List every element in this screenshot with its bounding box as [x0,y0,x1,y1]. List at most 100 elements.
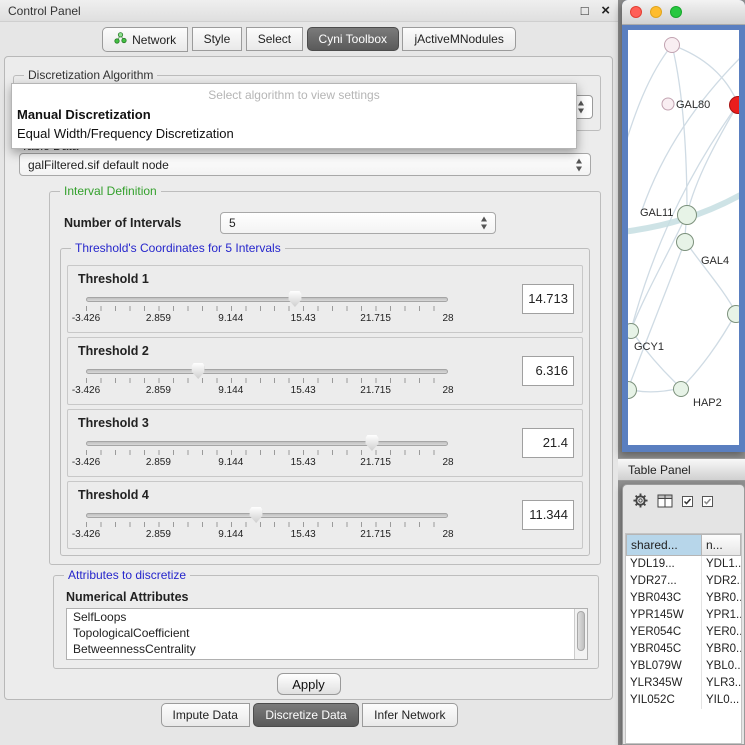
cell[interactable]: YDR2... [702,573,741,590]
dropdown-option-manual-discretization[interactable]: Manual Discretization [12,105,576,124]
threshold-slider[interactable]: -3.426 2.859 9.144 15.43 21.715 28 [86,292,448,330]
tab-impute-data[interactable]: Impute Data [161,703,250,727]
close-window-icon[interactable] [630,6,642,18]
apply-button[interactable]: Apply [277,673,341,695]
threshold-value-input[interactable]: 11.344 [522,500,574,530]
node-label-gcy1[interactable]: GCY1 [634,341,664,353]
cell[interactable]: YBL0... [702,658,741,675]
network-view-window: GAL80 GAL11 GAL4 GCY1 HAP2 [622,0,745,452]
list-item[interactable]: TopologicalCoefficient [67,625,587,641]
scale-label: 9.144 [218,313,243,324]
network-node[interactable] [677,234,694,251]
tab-style[interactable]: Style [192,27,243,51]
network-node[interactable] [674,382,689,397]
scrollbar-thumb[interactable] [577,611,585,651]
column-header-name[interactable]: n... [701,534,741,556]
dropdown-option-equal-width-frequency[interactable]: Equal Width/Frequency Discretization [12,124,576,143]
slider-thumb[interactable] [365,435,378,451]
slider-thumb[interactable] [288,291,301,307]
node-label-gal4[interactable]: GAL4 [701,255,729,267]
threshold-slider[interactable]: -3.426 2.859 9.144 15.43 21.715 28 [86,436,448,474]
tab-label: Style [204,32,231,46]
zoom-window-icon[interactable] [670,6,682,18]
cell[interactable]: YBR0... [702,641,741,658]
slider-thumb[interactable] [192,363,205,379]
table-row[interactable]: YDR27... YDR2... [626,573,741,590]
cell[interactable]: YPR1... [702,607,741,624]
tab-network[interactable]: Network [102,27,188,52]
table-row[interactable]: YDL19... YDL1... [626,556,741,573]
minimize-window-icon[interactable] [650,6,662,18]
network-node[interactable] [665,38,680,53]
cell[interactable]: YIL052C [626,692,702,709]
network-node-red[interactable] [730,97,740,114]
cell[interactable]: YLR345W [626,675,702,692]
table-row[interactable]: YIL052C YIL0... [626,692,741,709]
scale-label: 15.43 [291,313,316,324]
network-node[interactable] [678,206,697,225]
network-node[interactable] [662,98,674,110]
table-data-combobox[interactable]: galFiltered.sif default node [19,153,591,176]
tab-jactivemnodules[interactable]: jActiveMNodules [402,27,515,51]
node-label-hap2[interactable]: HAP2 [693,397,722,409]
node-label-gal11[interactable]: GAL11 [640,207,673,219]
network-node[interactable] [628,324,639,339]
table-row[interactable]: YLR345W YLR3... [626,675,741,692]
cell[interactable]: YER0... [702,624,741,641]
cell[interactable]: YBR045C [626,641,702,658]
attributes-to-discretize-group: Attributes to discretize Numerical Attri… [53,575,599,669]
threshold-value-input[interactable]: 14.713 [522,284,574,314]
cell[interactable]: YDL19... [626,556,702,573]
network-canvas[interactable]: GAL80 GAL11 GAL4 GCY1 HAP2 [628,30,739,445]
slider-thumb[interactable] [250,507,263,523]
cell[interactable]: YBR043C [626,590,702,607]
list-scrollbar[interactable] [574,609,587,659]
slider-track[interactable] [86,513,448,518]
select-none-checkbox-icon[interactable] [702,494,713,512]
network-node[interactable] [728,306,740,323]
slider-track[interactable] [86,369,448,374]
list-item[interactable]: SelfLoops [67,609,587,625]
table-row[interactable]: YBL079W YBL0... [626,658,741,675]
tab-discretize-data[interactable]: Discretize Data [253,703,358,727]
table-row[interactable]: YPR145W YPR1... [626,607,741,624]
threshold-panel-4: Threshold 4 -3.426 2.859 9.144 15.43 21.… [67,481,583,549]
node-label-gal80[interactable]: GAL80 [676,99,710,111]
cell[interactable]: YBL079W [626,658,702,675]
column-header-shared-name[interactable]: shared... [626,534,702,556]
threshold-slider[interactable]: -3.426 2.859 9.144 15.43 21.715 28 [86,364,448,402]
list-item[interactable]: BetweennessCentrality [67,641,587,657]
threshold-value-input[interactable]: 21.4 [522,428,574,458]
gear-icon[interactable] [633,493,648,513]
slider-track[interactable] [86,297,448,302]
cell[interactable]: YLR3... [702,675,741,692]
table-row[interactable]: YER054C YER0... [626,624,741,641]
panel-title: Control Panel [8,0,81,22]
threshold-label: Threshold 2 [78,344,149,358]
threshold-slider[interactable]: -3.426 2.859 9.144 15.43 21.715 28 [86,508,448,546]
cell[interactable]: YPR145W [626,607,702,624]
close-panel-icon[interactable]: × [601,2,610,19]
tab-cyni-toolbox[interactable]: Cyni Toolbox [307,27,399,51]
numerical-attributes-list[interactable]: SelfLoops TopologicalCoefficient Between… [66,608,588,660]
cell[interactable]: YDR27... [626,573,702,590]
table-row[interactable]: YBR043C YBR0... [626,590,741,607]
cell[interactable]: YDL1... [702,556,741,573]
tab-infer-network[interactable]: Infer Network [362,703,457,727]
scale-label: -3.426 [72,529,100,540]
tab-select[interactable]: Select [246,27,303,51]
slider-track[interactable] [86,441,448,446]
cell[interactable]: YIL0... [702,692,741,709]
network-node[interactable] [628,382,637,399]
cell[interactable]: YER054C [626,624,702,641]
network-window-titlebar [622,0,745,25]
table-row[interactable]: YBR045C YBR0... [626,641,741,658]
node-table: shared... n... YDL19... YDL1... YDR27...… [625,533,742,744]
float-panel-icon[interactable]: □ [581,3,589,18]
threshold-value-input[interactable]: 6.316 [522,356,574,386]
columns-icon[interactable] [657,494,673,513]
cell[interactable]: YBR0... [702,590,741,607]
threshold-panel-2: Threshold 2 -3.426 2.859 9.144 15.43 21.… [67,337,583,405]
select-all-checkbox-icon[interactable] [682,494,693,512]
number-of-intervals-combobox[interactable]: 5 [220,212,496,234]
